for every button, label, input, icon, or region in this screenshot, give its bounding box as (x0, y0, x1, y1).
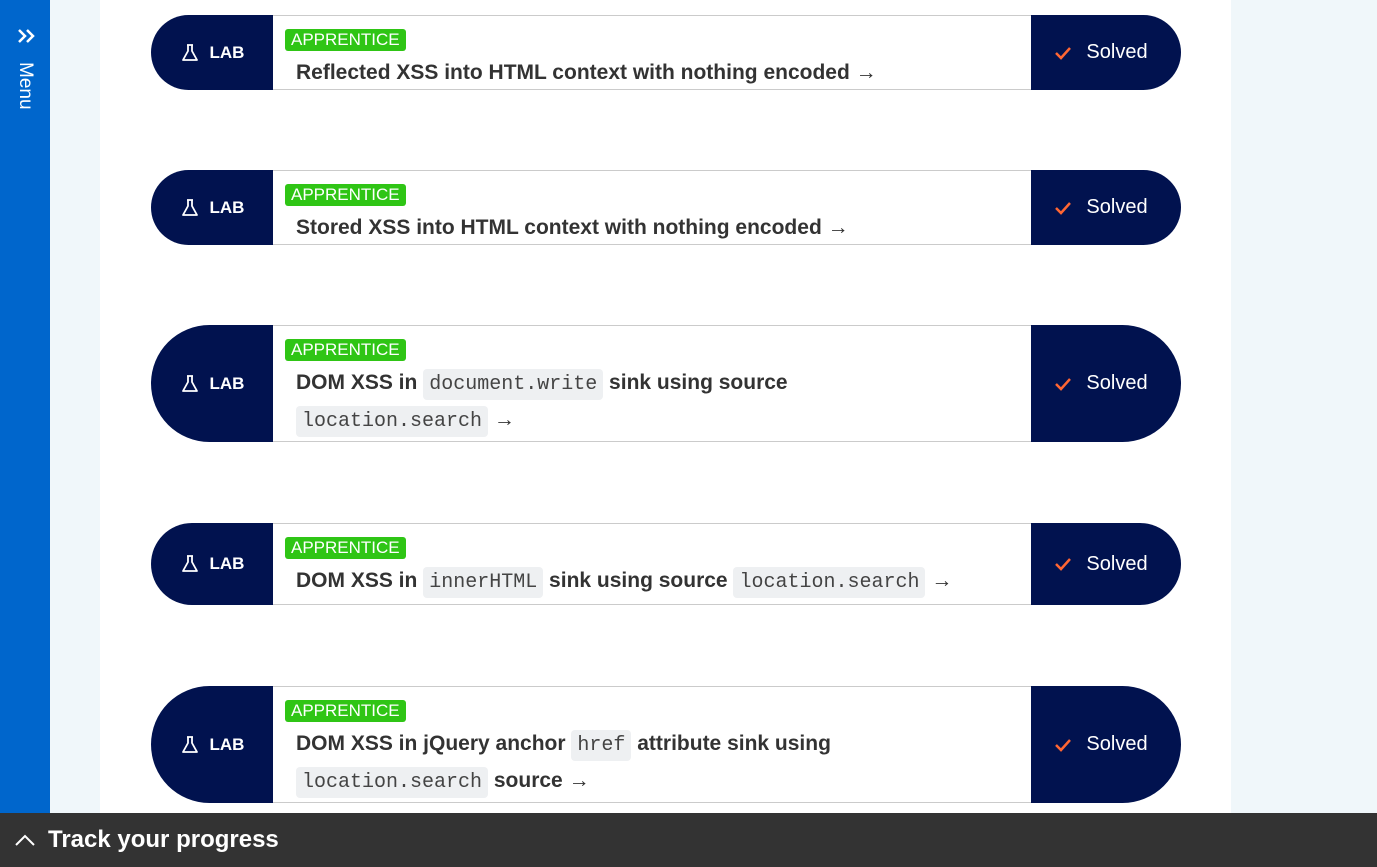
flask-icon (181, 374, 198, 392)
check-icon (1055, 738, 1072, 752)
lab-type-tag: LAB (151, 170, 273, 245)
lab-type-label: LAB (209, 373, 245, 393)
flask-icon (181, 43, 198, 61)
flask-icon (181, 555, 198, 572)
level-badge: APPRENTICE (285, 339, 406, 361)
status-label: Solved (1086, 372, 1148, 394)
lab-title-text: DOM XSS in (296, 371, 424, 394)
lab-type-tag: LAB (151, 15, 273, 90)
lab-title-link[interactable]: Reflected XSS into HTML context with not… (296, 55, 1019, 90)
check-icon (1055, 558, 1072, 571)
lab-title-link[interactable]: DOM XSS in jQuery anchor href attribute … (296, 726, 1019, 800)
flask-icon (181, 198, 198, 216)
track-progress-label: Track your progress (48, 826, 279, 853)
lab-type-label: LAB (209, 197, 245, 217)
lab-title-text: Reflected XSS into HTML context with not… (296, 61, 877, 84)
solved-status: Solved (1031, 325, 1181, 442)
lab-title-text: Stored XSS into HTML context with nothin… (296, 216, 849, 239)
lab-title-text: source → (488, 769, 590, 792)
lab-type-label: LAB (209, 42, 245, 62)
lab-card: LAB APPRENTICE Stored XSS into HTML cont… (151, 170, 1181, 245)
track-progress-bar[interactable]: Track your progress (0, 813, 1377, 867)
level-badge: APPRENTICE (285, 184, 406, 206)
lab-title-text: sink using source (603, 371, 788, 394)
solved-status: Solved (1031, 170, 1181, 245)
code-snippet: href (571, 730, 632, 761)
code-snippet: location.search (733, 567, 926, 598)
status-label: Solved (1086, 552, 1148, 575)
code-snippet: location.search (296, 767, 489, 798)
lab-title-text: → (488, 408, 515, 431)
lab-title-text: sink using source (543, 569, 734, 592)
check-icon (1055, 201, 1072, 215)
menu-label: Menu (15, 62, 36, 110)
lab-type-tag: LAB (151, 523, 273, 605)
sidebar-menu[interactable]: Menu (0, 0, 50, 813)
check-icon (1055, 377, 1072, 391)
lab-type-label: LAB (209, 554, 245, 573)
level-badge: APPRENTICE (285, 700, 406, 722)
lab-card: LAB APPRENTICE Reflected XSS into HTML c… (151, 15, 1181, 90)
lab-title-text: → (925, 569, 953, 592)
lab-type-label: LAB (209, 734, 245, 754)
lab-card: LAB APPRENTICE DOM XSS in jQuery anchor … (151, 686, 1181, 803)
solved-status: Solved (1031, 523, 1181, 605)
status-label: Solved (1086, 733, 1148, 755)
lab-title-link[interactable]: DOM XSS in innerHTML sink using source l… (296, 563, 1019, 600)
lab-card: LAB APPRENTICE DOM XSS in document.write… (151, 325, 1181, 442)
level-badge: APPRENTICE (285, 537, 406, 559)
solved-status: Solved (1031, 686, 1181, 803)
solved-status: Solved (1031, 15, 1181, 90)
lab-card: LAB APPRENTICE DOM XSS in innerHTML sink… (151, 523, 1181, 605)
chevron-up-icon (15, 834, 35, 846)
code-snippet: document.write (423, 369, 604, 400)
lab-type-tag: LAB (151, 325, 273, 442)
status-label: Solved (1086, 41, 1148, 63)
lab-title-text: DOM XSS in jQuery anchor (296, 732, 572, 755)
check-icon (1055, 46, 1072, 60)
lab-title-link[interactable]: DOM XSS in document.write sink using sou… (296, 365, 1019, 439)
lab-title-link[interactable]: Stored XSS into HTML context with nothin… (296, 210, 1019, 245)
code-snippet: innerHTML (423, 567, 544, 598)
code-snippet: location.search (296, 406, 489, 437)
status-label: Solved (1086, 196, 1148, 218)
lab-title-text: attribute sink using (631, 732, 831, 755)
lab-title-text: DOM XSS in (296, 569, 424, 592)
double-chevron-right-icon (18, 29, 35, 43)
lab-type-tag: LAB (151, 686, 273, 803)
flask-icon (181, 735, 198, 753)
level-badge: APPRENTICE (285, 29, 406, 51)
